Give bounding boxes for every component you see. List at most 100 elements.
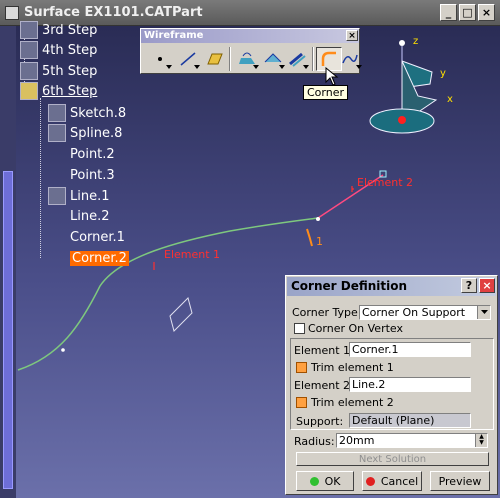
- parallel-curve-tool-button[interactable]: [284, 47, 310, 71]
- corner-icon: [321, 51, 336, 66]
- minimize-button[interactable]: _: [440, 4, 457, 21]
- axis-z-label: z: [413, 36, 419, 47]
- tree-item-6th-step[interactable]: 6th Step: [20, 81, 97, 101]
- tree-item-point-3[interactable]: Point.3: [48, 165, 115, 185]
- point-icon: [48, 166, 66, 184]
- close-button[interactable]: ×: [478, 4, 495, 21]
- tree-item-line-1[interactable]: Line.1: [48, 186, 110, 206]
- step-icon: [20, 21, 38, 39]
- maximize-button[interactable]: □: [459, 4, 476, 21]
- trim-element-2-checkbox[interactable]: [296, 397, 307, 408]
- tree-item-label: Point.2: [70, 146, 115, 162]
- point-tool-button[interactable]: [147, 47, 173, 71]
- tree-item-3rd-step[interactable]: 3rd Step: [20, 20, 97, 40]
- tree-item-label: 6th Step: [42, 83, 98, 99]
- toolbar-title-text: Wireframe: [144, 30, 204, 41]
- tree-item-label: Corner.2: [70, 250, 129, 266]
- corner-icon: [48, 228, 66, 246]
- next-solution-button[interactable]: Next Solution: [296, 452, 489, 466]
- open-step-icon: [20, 82, 38, 100]
- toolbar-separator: [312, 47, 314, 71]
- element-1-field[interactable]: Corner.1: [349, 342, 471, 357]
- axis-y-label: y: [440, 68, 446, 79]
- app-icon: [5, 6, 19, 20]
- radius-spinner[interactable]: ▲ ▼: [475, 434, 487, 447]
- cancel-icon: [365, 476, 375, 486]
- scrollbar-thumb[interactable]: [3, 171, 13, 489]
- tree-item-label: Point.3: [70, 167, 115, 183]
- trim-element-1-checkbox[interactable]: [296, 362, 307, 373]
- cancel-button[interactable]: Cancel: [362, 471, 422, 491]
- tree-item-corner-1[interactable]: Corner.1: [48, 227, 125, 247]
- axis-x-label: x: [447, 94, 453, 105]
- tree-item-label: Corner.1: [70, 229, 125, 245]
- tree-item-5th-step[interactable]: 5th Step: [20, 61, 97, 81]
- tree-item-label: 3rd Step: [42, 22, 98, 38]
- projection-tool-button[interactable]: [234, 47, 260, 71]
- help-button[interactable]: ?: [461, 278, 477, 293]
- support-field[interactable]: Default (Plane): [349, 413, 471, 428]
- corner-type-value: Corner On Support: [362, 306, 466, 319]
- tree-scrollbar[interactable]: [0, 26, 16, 498]
- step-icon: [20, 62, 38, 80]
- chevron-down-icon[interactable]: [477, 306, 490, 319]
- tree-connector: [40, 98, 41, 258]
- tree-item-4th-step[interactable]: 4th Step: [20, 40, 97, 60]
- spline-tool-button[interactable]: [337, 47, 363, 71]
- radius-value: 20mm: [339, 434, 375, 447]
- minimize-icon: _: [445, 6, 452, 19]
- radius-label: Radius:: [294, 435, 335, 448]
- tree-item-label: 5th Step: [42, 63, 98, 79]
- tree-item-point-2[interactable]: Point.2: [48, 144, 115, 164]
- corner-tooltip: Corner: [303, 85, 349, 100]
- element-2-label: Element 2: [357, 176, 414, 189]
- dialog-close-button[interactable]: ×: [479, 278, 495, 293]
- tree-item-label: Spline.8: [70, 125, 123, 141]
- close-icon: ×: [481, 6, 492, 19]
- tree-item-line-2[interactable]: Line.2: [48, 206, 110, 226]
- preview-button[interactable]: Preview: [430, 471, 490, 491]
- corner-on-vertex-checkbox[interactable]: [294, 323, 305, 334]
- tree-item-label: Line.1: [70, 188, 110, 204]
- corner-arc: [306, 228, 313, 247]
- corner-type-combo[interactable]: Corner On Support: [359, 305, 491, 320]
- point-tool-icon: [158, 57, 162, 61]
- element-1-label: Element 1: [164, 248, 221, 261]
- intersection-tool-button[interactable]: [260, 47, 286, 71]
- tree-item-label: 4th Step: [42, 42, 98, 58]
- corner-type-label: Corner Type:: [292, 306, 362, 319]
- sketch-icon: [48, 104, 66, 122]
- corner-definition-dialog: Corner Definition ? × Corner Type: Corne…: [285, 275, 498, 495]
- toolbar-separator: [229, 47, 231, 71]
- line-icon: [48, 207, 66, 225]
- ok-icon: [309, 476, 319, 486]
- corner-on-vertex-label: Corner On Vertex: [308, 322, 403, 335]
- step-icon: [20, 41, 38, 59]
- ok-label: OK: [324, 474, 341, 488]
- plane-tool-icon: [207, 53, 223, 65]
- trim-element-2-label: Trim element 2: [311, 396, 394, 409]
- spline-icon: [48, 124, 66, 142]
- compass-widget: [369, 40, 438, 134]
- line-tool-button[interactable]: [175, 47, 201, 71]
- element-2-field[interactable]: Line.2: [349, 377, 471, 392]
- point-icon: [48, 145, 66, 163]
- tree-item-sketch-8[interactable]: Sketch.8: [48, 103, 126, 123]
- window-title: Surface EX1101.CATPart: [24, 5, 203, 20]
- point-marker: [316, 217, 320, 221]
- tree-item-corner-2[interactable]: Corner.2: [48, 248, 129, 268]
- line-icon: [48, 187, 66, 205]
- element-2-leader: [351, 186, 354, 192]
- support-plane: [169, 297, 193, 332]
- radius-field[interactable]: 20mm ▲ ▼: [336, 433, 488, 448]
- ok-button[interactable]: OK: [296, 471, 354, 491]
- dialog-title: Corner Definition: [291, 279, 408, 293]
- radius-marker: 1: [316, 235, 323, 248]
- tree-item-label: Sketch.8: [70, 105, 127, 121]
- maximize-icon: □: [462, 6, 473, 19]
- tree-item-spline-8[interactable]: Spline.8: [48, 123, 122, 143]
- tree-item-label: Line.2: [70, 208, 110, 224]
- corner-icon: [48, 249, 66, 267]
- toolbar-close-button[interactable]: ×: [346, 30, 358, 41]
- plane-tool-button[interactable]: [201, 47, 227, 71]
